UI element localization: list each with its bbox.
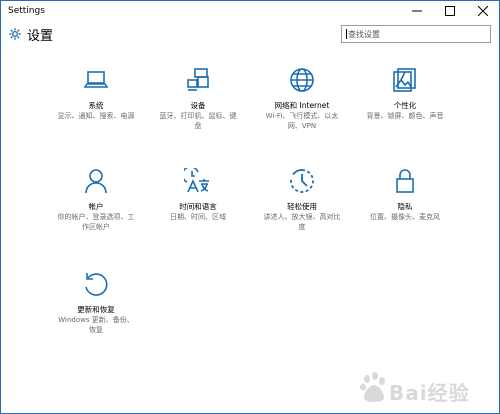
- watermark-text: Bai经验: [389, 381, 470, 405]
- person-icon: [85, 169, 107, 194]
- paw-logo-icon: [360, 372, 385, 402]
- ease-of-access-icon: [290, 169, 314, 193]
- tile-devices[interactable]: 设备 蓝牙、打印机、鼠标、键盘: [153, 67, 243, 131]
- tile-description: 讲述人、放大镜、高对比度: [263, 213, 341, 231]
- tile-privacy[interactable]: 隐私 位置、摄像头、麦克风: [360, 168, 450, 222]
- tile-label: 设备: [190, 101, 206, 110]
- tile-system[interactable]: 系统 显示、通知、搜索、电源: [51, 67, 141, 121]
- tile-ease-of-access[interactable]: 轻松使用 讲述人、放大镜、高对比度: [257, 168, 347, 232]
- lock-icon: [396, 169, 414, 193]
- laptop-icon: [83, 71, 109, 88]
- tile-label: 轻松使用: [287, 202, 317, 211]
- globe-icon: [290, 68, 314, 92]
- tile-label: 时间和语言: [179, 202, 217, 211]
- tile-label: 帐户: [88, 202, 104, 211]
- time-language-icon: [184, 168, 209, 193]
- settings-header: 设置 查找设置: [1, 21, 499, 51]
- tile-label: 网络和 Internet: [274, 101, 330, 110]
- tile-description: Windows 更新、备份、恢复: [58, 316, 134, 334]
- tile-update-recovery[interactable]: 更新和恢复 Windows 更新、备份、恢复: [51, 271, 141, 335]
- tile-description: Wi-Fi、飞行模式、以太网、VPN: [265, 112, 339, 130]
- tile-description: 蓝牙、打印机、鼠标、键盘: [159, 112, 237, 130]
- tile-description: 你的帐户、登录选项、工作区帐户: [57, 213, 135, 231]
- maximize-button[interactable]: [433, 1, 466, 21]
- maximize-icon: [444, 6, 455, 16]
- gear-icon: [9, 28, 21, 40]
- tile-accounts[interactable]: 帐户 你的帐户、登录选项、工作区帐户: [51, 168, 141, 232]
- devices-icon: [187, 68, 209, 91]
- tile-network[interactable]: 网络和 Internet Wi-Fi、飞行模式、以太网、VPN: [257, 67, 347, 131]
- search-input[interactable]: 查找设置: [341, 25, 491, 43]
- settings-window: Settings 设置 查找设置 系统 显示、通知、搜索、电源 设备 蓝牙、打印…: [0, 0, 500, 414]
- tile-description: 显示、通知、搜索、电源: [57, 112, 135, 120]
- title-bar: Settings: [1, 1, 499, 21]
- refresh-icon: [85, 273, 108, 296]
- tile-time-language[interactable]: 时间和语言 日期、时间、区域: [153, 168, 243, 222]
- tile-label: 系统: [88, 101, 104, 110]
- tile-description: 背景、锁屏、颜色、声音: [366, 112, 444, 120]
- baidu-watermark: Bai经验: [353, 369, 483, 409]
- tile-description: 位置、摄像头、麦克风: [370, 213, 440, 221]
- tile-label: 个性化: [393, 101, 417, 110]
- tile-label: 隐私: [397, 202, 413, 211]
- window-title: Settings: [8, 6, 45, 16]
- minimize-button[interactable]: [400, 1, 433, 21]
- minimize-icon: [411, 10, 422, 12]
- close-icon: [477, 6, 488, 16]
- tile-personalization[interactable]: 个性化 背景、锁屏、颜色、声音: [360, 67, 450, 121]
- close-button[interactable]: [466, 1, 499, 21]
- tile-label: 更新和恢复: [77, 305, 115, 314]
- page-title: 设置: [27, 29, 54, 44]
- tile-description: 日期、时间、区域: [170, 213, 226, 221]
- personalization-icon: [393, 68, 416, 92]
